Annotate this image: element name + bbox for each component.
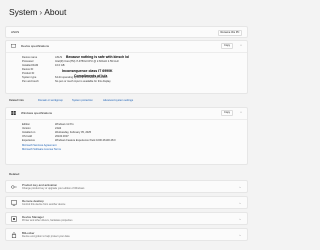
related-links-label: Related links	[9, 99, 24, 102]
domain-workgroup-link[interactable]: Domain or workgroup	[38, 99, 63, 102]
device-manager-icon	[11, 216, 17, 222]
windows-logo-icon	[11, 111, 16, 115]
breadcrumb-current: About	[44, 7, 67, 17]
chevron-right-icon: ›	[239, 201, 241, 205]
windows-specs-header[interactable]: Windows specifications Copy ⌃	[6, 108, 247, 119]
rename-pc-button[interactable]: Rename this PC	[218, 30, 242, 36]
related-item-product-key[interactable]: Product key and activation Change produc…	[5, 180, 248, 193]
windows-specs-title: Windows specifications	[21, 111, 53, 115]
device-specs-header[interactable]: Device specifications Copy ⌃	[6, 41, 247, 52]
overlay-text-1: Inconsequence class IT 6990K	[62, 69, 113, 73]
monitor-icon	[11, 44, 16, 48]
overlay-text-2: Compliments of lulz	[74, 74, 108, 78]
lock-icon	[11, 232, 17, 238]
divider	[6, 119, 247, 120]
device-name: ASUS	[11, 30, 20, 34]
page-title: System › About	[9, 7, 66, 17]
breadcrumb-separator: ›	[39, 7, 43, 17]
breadcrumb-parent[interactable]: System	[9, 7, 37, 17]
windows-specs-card: Windows specifications Copy ⌃ Edition Wi…	[5, 107, 248, 165]
device-specs-title: Device specifications	[21, 44, 50, 48]
device-specs-copy-button[interactable]: Copy	[221, 43, 233, 49]
chevron-up-icon[interactable]: ⌃	[239, 111, 243, 115]
windows-specs-copy-button[interactable]: Copy	[221, 110, 233, 116]
related-item-remote-desktop[interactable]: Remote desktop Control this device from …	[5, 196, 248, 209]
related-heading: Related	[9, 172, 20, 176]
license-terms-link[interactable]: Microsoft Software License Terms	[22, 148, 61, 151]
services-agreement-link[interactable]: Microsoft Services Agreement	[22, 144, 56, 147]
device-name-card: ASUS Rename this PC	[5, 26, 248, 38]
related-item-bitlocker[interactable]: BitLocker Device encryption to help prot…	[5, 228, 248, 241]
chevron-right-icon: ›	[239, 185, 241, 189]
device-specs-card: Device specifications Copy ⌃ Device name…	[5, 40, 248, 94]
chevron-up-icon[interactable]: ⌃	[239, 44, 243, 48]
chevron-right-icon: ›	[239, 233, 241, 237]
advanced-system-settings-link[interactable]: Advanced system settings	[103, 99, 133, 102]
remote-desktop-icon	[11, 200, 17, 206]
chevron-right-icon: ›	[239, 217, 241, 221]
device-name-note: Because nothing is safe with kinsch lol	[66, 54, 130, 59]
divider	[6, 52, 247, 53]
related-item-device-manager[interactable]: Device Manager Printer and other drivers…	[5, 212, 248, 225]
system-protection-link[interactable]: System protection	[72, 99, 93, 102]
key-icon	[11, 185, 17, 189]
